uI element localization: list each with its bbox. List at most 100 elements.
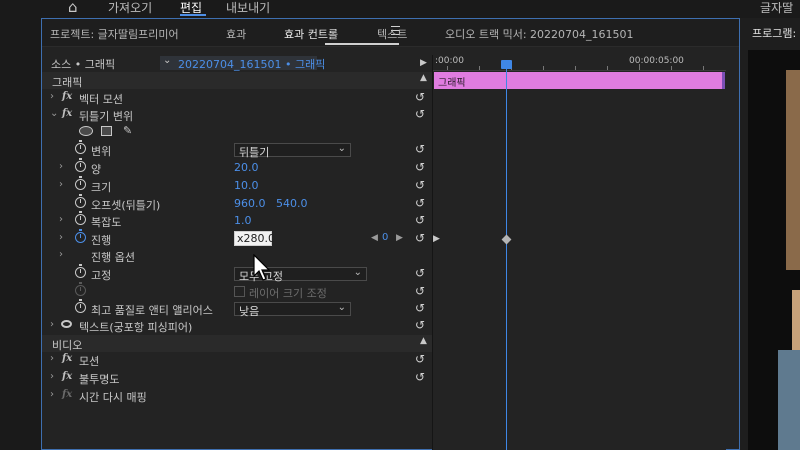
chevron-right-icon[interactable]: › [50,371,54,382]
fx-icon[interactable]: fx [62,108,72,119]
stopwatch-icon[interactable] [75,264,86,278]
fx-icon: fx [62,389,73,400]
effect-name: 뒤틀기 변위 [79,110,134,123]
effect-text-layer[interactable]: › 텍스트(궁포항 피싱피어) ↺ [42,318,432,335]
mouse-cursor-icon [253,254,271,281]
prop-displacement: 변위 뒤틀기 ⌄ ↺ [42,140,432,159]
section-video-label: 비디오 [52,339,83,352]
evolution-value: x280.0 [237,232,276,245]
prop-amount: › 양 20.0 ↺ [42,158,432,177]
tab-program-monitor[interactable]: 프로그램: [752,25,796,41]
home-icon[interactable]: ⌂ [68,0,78,16]
source-clip-dropdown[interactable]: ⌄ 20220704_161501 • 그래픽 [160,55,325,71]
reset-icon[interactable]: ↺ [415,160,425,174]
reset-icon[interactable]: ↺ [415,107,425,121]
section-graphics-label: 그래픽 [52,76,83,89]
workspace-import[interactable]: 가져오기 [108,0,152,16]
fx-icon[interactable]: fx [62,371,72,382]
play-arrow-icon[interactable]: ▶ [420,58,427,68]
chevron-right-icon[interactable]: › [50,319,54,330]
time-ruler[interactable]: :00:00 00:00:05:00 [433,55,726,71]
reset-icon[interactable]: ↺ [415,178,425,192]
ellipse-tool-icon[interactable] [79,126,93,136]
reset-icon[interactable]: ↺ [415,142,425,156]
pen-tool-icon[interactable]: ✎ [123,124,132,137]
collapse-up-icon[interactable]: ▲ [420,336,427,346]
effect-motion[interactable]: › fx 모션 ↺ [42,352,432,369]
chevron-right-icon[interactable]: › [59,232,63,243]
tab-text[interactable]: 텍스트 [377,26,407,42]
prop-label: 진행 옵션 [91,251,135,264]
reset-icon[interactable]: ↺ [415,284,425,298]
reset-icon[interactable]: ↺ [415,90,425,104]
fx-icon[interactable]: fx [62,353,72,364]
prop-pinning: 고정 모두 고정 ⌄ ↺ [42,264,432,283]
displacement-dropdown[interactable]: 뒤틀기 ⌄ [234,143,351,159]
next-keyframe-icon[interactable]: ▶ [396,233,403,243]
tab-effects[interactable]: 효과 [226,26,246,42]
collapse-up-icon[interactable]: ▲ [420,73,427,83]
effect-name: 텍스트(궁포항 피싱피어) [79,321,193,334]
timecode-5s: 00:00:05:00 [629,56,684,66]
chevron-right-icon[interactable]: › [59,214,63,225]
prop-label: 변위 [91,145,112,158]
reset-icon[interactable]: ↺ [415,352,425,366]
effect-vector-motion[interactable]: › fx 벡터 모션 ↺ [42,90,432,107]
active-workspace-underline [180,14,206,16]
amount-value[interactable]: 20.0 [234,161,259,174]
stopwatch-icon[interactable] [75,194,86,208]
stopwatch-icon[interactable] [75,229,86,243]
chevron-right-icon[interactable]: › [59,179,63,190]
size-value[interactable]: 10.0 [234,179,259,192]
chevron-right-icon[interactable]: › [50,389,54,400]
antialias-dropdown[interactable]: 낮음 ⌄ [234,302,351,318]
prop-complexity: › 복잡도 1.0 ↺ [42,211,432,230]
source-label: 소스 • 그래픽 [51,58,116,71]
playhead-line[interactable] [506,62,507,450]
tab-project[interactable]: 프로젝트: 글자딸림프리미어 [50,26,179,42]
chevron-right-icon[interactable]: › [59,161,63,172]
prop-label: 크기 [91,181,112,194]
reset-icon[interactable]: ↺ [415,231,425,245]
reset-icon[interactable]: ↺ [415,213,425,227]
offset-y-value[interactable]: 540.0 [276,197,308,210]
workspace-export[interactable]: 내보내기 [226,0,270,16]
rect-tool-icon[interactable] [101,126,112,136]
chevron-right-icon[interactable]: › [50,91,54,102]
complexity-value[interactable]: 1.0 [234,214,252,227]
resize-layer-checkbox[interactable] [234,286,245,297]
tab-audio-track-mixer[interactable]: 오디오 트랙 믹서: 20220704_161501 [445,26,634,42]
reset-icon[interactable]: ↺ [415,370,425,384]
chevron-down-icon[interactable]: ⌄ [50,108,58,119]
fx-icon[interactable]: fx [62,91,72,102]
effect-warp[interactable]: ⌄ fx 뒤틀기 변위 ↺ [42,107,432,124]
offset-x-value[interactable]: 960.0 [234,197,266,210]
effect-name: 모션 [79,355,100,368]
prev-keyframe-icon[interactable]: ◀ [371,233,378,243]
left-strip [0,18,41,450]
timecode-start: :00:00 [435,56,464,66]
graphic-clip-bar[interactable]: 그래픽 [434,72,725,89]
stopwatch-icon[interactable] [75,176,86,190]
clip-label: 그래픽 [438,78,466,89]
add-keyframe-icon[interactable]: 0 [382,232,388,243]
chevron-right-icon[interactable]: › [59,249,63,260]
playhead-handle[interactable] [501,60,512,69]
reset-icon[interactable]: ↺ [415,196,425,210]
evolution-edit-field[interactable]: x280.0 [234,231,276,246]
effect-opacity[interactable]: › fx 불투명도 ↺ [42,370,432,387]
chevron-right-icon[interactable]: › [50,353,54,364]
stopwatch-icon[interactable] [75,140,86,154]
section-graphics: 그래픽 ▲ [42,72,432,89]
reset-icon[interactable]: ↺ [415,266,425,280]
eye-icon[interactable] [61,320,72,328]
stopwatch-icon[interactable] [75,158,86,172]
reset-icon[interactable]: ↺ [415,301,425,315]
stopwatch-icon[interactable] [75,211,86,225]
stopwatch-icon[interactable] [75,299,86,313]
tab-effect-controls[interactable]: 효과 컨트롤 [284,26,338,42]
effect-time-remap[interactable]: › fx 시간 다시 매핑 [42,388,432,405]
play-arrow-icon[interactable]: ▶ [433,234,440,244]
reset-icon[interactable]: ↺ [415,318,425,332]
prop-label: 최고 품질로 앤티 앨리어스 [91,304,213,317]
